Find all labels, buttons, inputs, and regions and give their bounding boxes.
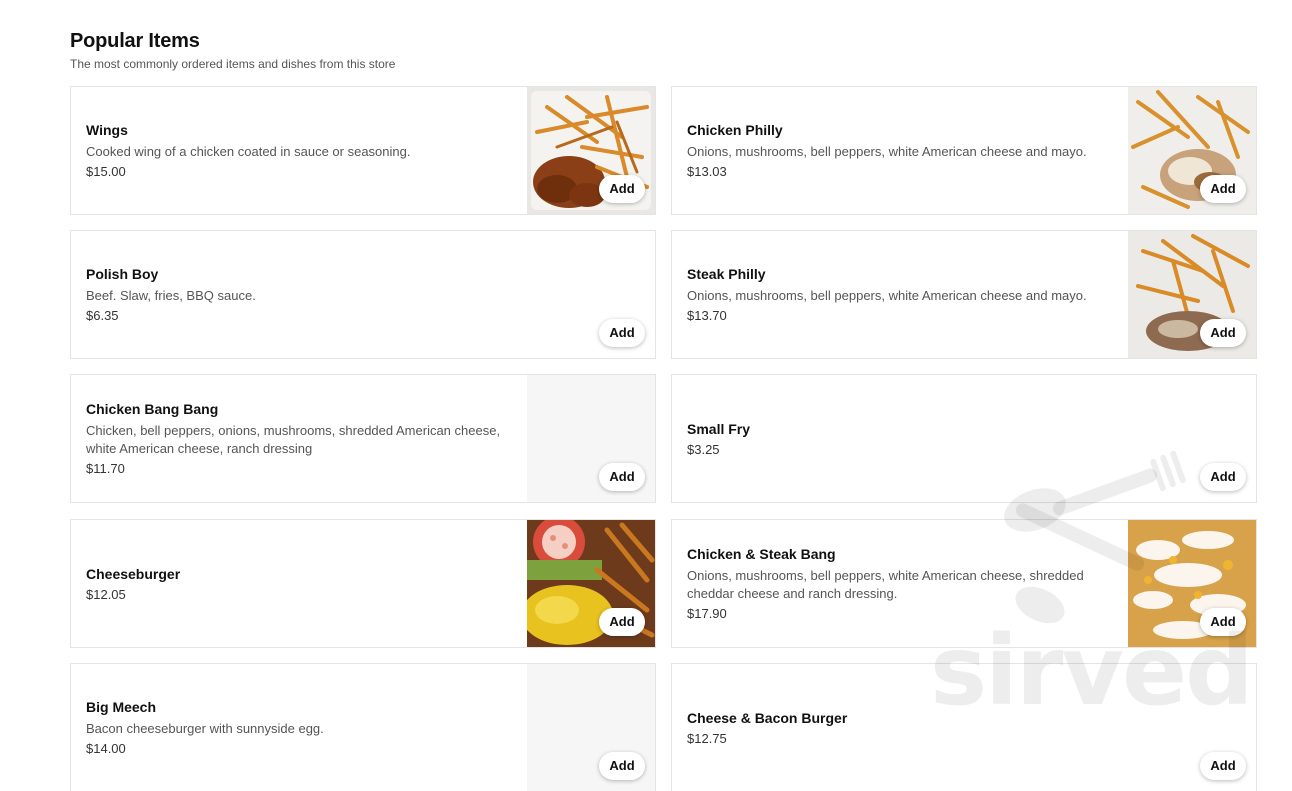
item-name: Big Meech <box>86 699 157 715</box>
item-description: Bacon cheeseburger with sunnyside egg. <box>86 721 324 736</box>
add-button[interactable]: Add <box>599 175 645 203</box>
item-text: Chicken Bang Bang Chicken, bell peppers,… <box>86 375 506 502</box>
item-name: Chicken Bang Bang <box>86 401 219 417</box>
item-name: Chicken & Steak Bang <box>687 546 836 562</box>
menu-item-card-small-fry[interactable]: Small Fry $3.25 Add <box>671 374 1257 503</box>
item-text: Chicken Philly Onions, mushrooms, bell p… <box>687 87 1107 214</box>
item-price: $6.35 <box>86 308 119 323</box>
item-price: $17.90 <box>687 606 727 621</box>
menu-item-card-wings[interactable]: Wings Cooked wing of a chicken coated in… <box>70 86 656 215</box>
menu-item-card-big-meech[interactable]: Big Meech Bacon cheeseburger with sunnys… <box>70 663 656 791</box>
item-description: Onions, mushrooms, bell peppers, white A… <box>687 144 1087 159</box>
item-price: $11.70 <box>86 461 125 476</box>
menu-item-card-cheeseburger[interactable]: Cheeseburger $12.05 Add <box>70 519 656 648</box>
item-description: Beef. Slaw, fries, BBQ sauce. <box>86 288 256 303</box>
item-name: Small Fry <box>687 420 751 437</box>
item-price: $12.05 <box>86 586 126 602</box>
item-name: Chicken Philly <box>687 122 783 138</box>
item-name: Polish Boy <box>86 266 159 282</box>
add-button[interactable]: Add <box>599 608 645 636</box>
item-text: Big Meech Bacon cheeseburger with sunnys… <box>86 664 506 791</box>
menu-item-card-chicken-bang-bang[interactable]: Chicken Bang Bang Chicken, bell peppers,… <box>70 374 656 503</box>
menu-item-card-chicken-steak-bang[interactable]: Chicken & Steak Bang Onions, mushrooms, … <box>671 519 1257 648</box>
menu-item-card-steak-philly[interactable]: Steak Philly Onions, mushrooms, bell pep… <box>671 230 1257 359</box>
add-button[interactable]: Add <box>1200 319 1246 347</box>
item-text: Polish Boy Beef. Slaw, fries, BBQ sauce.… <box>86 231 506 358</box>
item-text: Small Fry $3.25 <box>687 375 1107 502</box>
add-button[interactable]: Add <box>1200 752 1246 780</box>
section-title: Popular Items <box>70 30 200 52</box>
item-name: Cheese & Bacon Burger <box>687 709 848 726</box>
section-subtitle: The most commonly ordered items and dish… <box>70 57 396 71</box>
item-text: Wings Cooked wing of a chicken coated in… <box>86 87 506 214</box>
item-name: Cheeseburger <box>86 565 181 582</box>
item-price: $15.00 <box>86 164 126 179</box>
item-price: $13.03 <box>687 164 727 179</box>
item-description: Onions, mushrooms, bell peppers, white A… <box>687 568 1084 601</box>
item-price: $12.75 <box>687 730 727 746</box>
item-description: Chicken, bell peppers, onions, mushrooms… <box>86 423 501 456</box>
item-text: Steak Philly Onions, mushrooms, bell pep… <box>687 231 1107 358</box>
item-text: Cheeseburger $12.05 <box>86 520 506 647</box>
menu-item-card-polish-boy[interactable]: Polish Boy Beef. Slaw, fries, BBQ sauce.… <box>70 230 656 359</box>
item-name: Steak Philly <box>687 266 766 282</box>
item-price: $14.00 <box>86 741 126 756</box>
add-button[interactable]: Add <box>599 319 645 347</box>
add-button[interactable]: Add <box>1200 175 1246 203</box>
menu-item-card-chicken-philly[interactable]: Chicken Philly Onions, mushrooms, bell p… <box>671 86 1257 215</box>
section-header: Popular Items The most commonly ordered … <box>70 30 395 71</box>
add-button[interactable]: Add <box>1200 463 1246 491</box>
item-description: Cooked wing of a chicken coated in sauce… <box>86 144 411 159</box>
menu-item-card-cheese-bacon-burger[interactable]: Cheese & Bacon Burger $12.75 Add <box>671 663 1257 791</box>
item-price: $13.70 <box>687 308 727 323</box>
item-price: $3.25 <box>687 441 720 457</box>
item-text: Cheese & Bacon Burger $12.75 <box>687 664 1107 791</box>
add-button[interactable]: Add <box>599 752 645 780</box>
popular-items-page: Popular Items The most commonly ordered … <box>0 0 1292 791</box>
item-name: Wings <box>86 122 128 138</box>
item-description: Onions, mushrooms, bell peppers, white A… <box>687 288 1087 303</box>
item-text: Chicken & Steak Bang Onions, mushrooms, … <box>687 520 1107 647</box>
add-button[interactable]: Add <box>599 463 645 491</box>
add-button[interactable]: Add <box>1200 608 1246 636</box>
